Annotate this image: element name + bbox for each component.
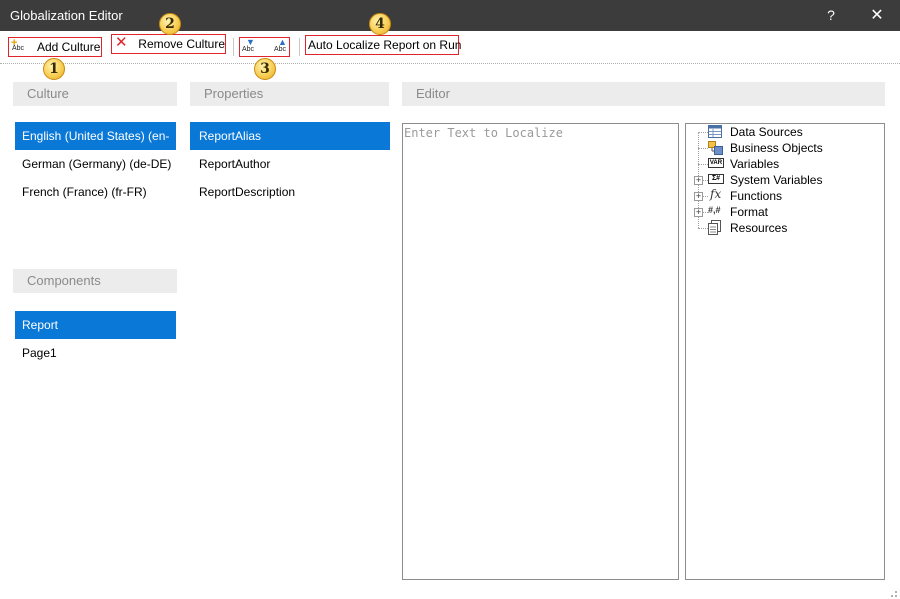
move-down-button[interactable]: ▼ Abc [241, 37, 261, 55]
components-list: Report Page1 [15, 311, 176, 367]
callout-3: 3 [254, 58, 276, 80]
properties-list: ReportAlias ReportAuthor ReportDescripti… [190, 122, 390, 206]
tree-item-variables[interactable]: VAR Variables [708, 156, 779, 172]
tree-connector [698, 228, 708, 229]
remove-culture-button[interactable]: ✕ Remove Culture [111, 34, 226, 54]
tree-item-format[interactable]: #,# Format [708, 204, 768, 220]
title-bar: Globalization Editor ? ✕ [0, 0, 900, 31]
callout-2: 2 [159, 13, 181, 35]
components-header: Components [13, 269, 177, 293]
culture-item-fr-fr[interactable]: French (France) (fr-FR) [15, 178, 176, 206]
resources-icon [708, 220, 724, 235]
auto-localize-label: Auto Localize Report on Run [308, 38, 462, 52]
resize-grip-icon[interactable] [888, 587, 898, 597]
add-culture-button[interactable]: + Abc Add Culture [8, 37, 102, 57]
culture-header: Culture [13, 82, 177, 106]
callout-1: 1 [43, 58, 65, 80]
tree-item-label: Variables [730, 157, 780, 171]
component-item-page1[interactable]: Page1 [15, 339, 176, 367]
remove-culture-label: Remove Culture [138, 37, 225, 51]
arrow-down-abc-icon: ▼ Abc [242, 37, 255, 53]
add-culture-icon: + Abc [11, 37, 25, 52]
editor-placeholder: Enter Text to Localize [404, 126, 563, 140]
tree-item-label: System Variables [730, 173, 823, 187]
editor-header: Editor [402, 82, 885, 106]
toolbar-separator [233, 38, 234, 56]
tree-item-label: Format [730, 205, 769, 219]
dictionary-tree[interactable]: Data Sources Business Objects VAR Variab… [685, 123, 885, 580]
localize-text-editor[interactable]: Enter Text to Localize [402, 123, 679, 580]
tree-connector [698, 164, 708, 165]
culture-item-de-de[interactable]: German (Germany) (de-DE) [15, 150, 176, 178]
culture-list: English (United States) (en-US) German (… [15, 122, 176, 206]
toolbar-separator [299, 38, 300, 56]
toolbar: + Abc Add Culture ✕ Remove Culture ▼ Abc… [0, 31, 900, 64]
expand-system-variables[interactable]: + [694, 176, 703, 185]
business-objects-icon [708, 141, 724, 155]
tree-item-data-sources[interactable]: Data Sources [708, 124, 803, 140]
expand-format[interactable]: + [694, 208, 703, 217]
close-button[interactable]: ✕ [854, 0, 900, 31]
property-item-report-author[interactable]: ReportAuthor [190, 150, 390, 178]
properties-header: Properties [190, 82, 389, 106]
functions-icon: fx [710, 187, 722, 201]
tree-item-business-objects[interactable]: Business Objects [708, 140, 823, 156]
property-item-report-alias[interactable]: ReportAlias [190, 122, 390, 150]
add-culture-label: Add Culture [37, 40, 101, 54]
callout-4: 4 [369, 13, 391, 35]
tree-item-label: Resources [730, 221, 788, 235]
tree-connector [698, 148, 708, 149]
system-variables-icon: Σ# [708, 174, 724, 184]
tree-item-system-variables[interactable]: Σ# System Variables [708, 172, 822, 188]
help-button[interactable]: ? [808, 0, 854, 31]
component-item-report[interactable]: Report [15, 311, 176, 339]
data-sources-icon [708, 125, 724, 139]
tree-connector [698, 132, 708, 133]
tree-item-label: Business Objects [730, 141, 823, 155]
variables-icon: VAR [708, 158, 724, 168]
auto-localize-toggle[interactable]: Auto Localize Report on Run [305, 35, 462, 55]
property-item-report-description[interactable]: ReportDescription [190, 178, 390, 206]
tree-item-label: Data Sources [730, 125, 803, 139]
window-title: Globalization Editor [10, 8, 123, 23]
remove-icon: ✕ [115, 34, 128, 51]
tree-item-label: Functions [730, 189, 783, 203]
tree-item-functions[interactable]: fx Functions [708, 187, 783, 204]
arrow-up-abc-icon: ▲ Abc [274, 37, 287, 53]
culture-item-en-us[interactable]: English (United States) (en-US) [15, 122, 176, 171]
format-icon: #,# [708, 205, 721, 215]
tree-item-resources[interactable]: Resources [708, 220, 787, 236]
expand-functions[interactable]: + [694, 192, 703, 201]
move-up-button[interactable]: ▲ Abc [273, 37, 293, 55]
